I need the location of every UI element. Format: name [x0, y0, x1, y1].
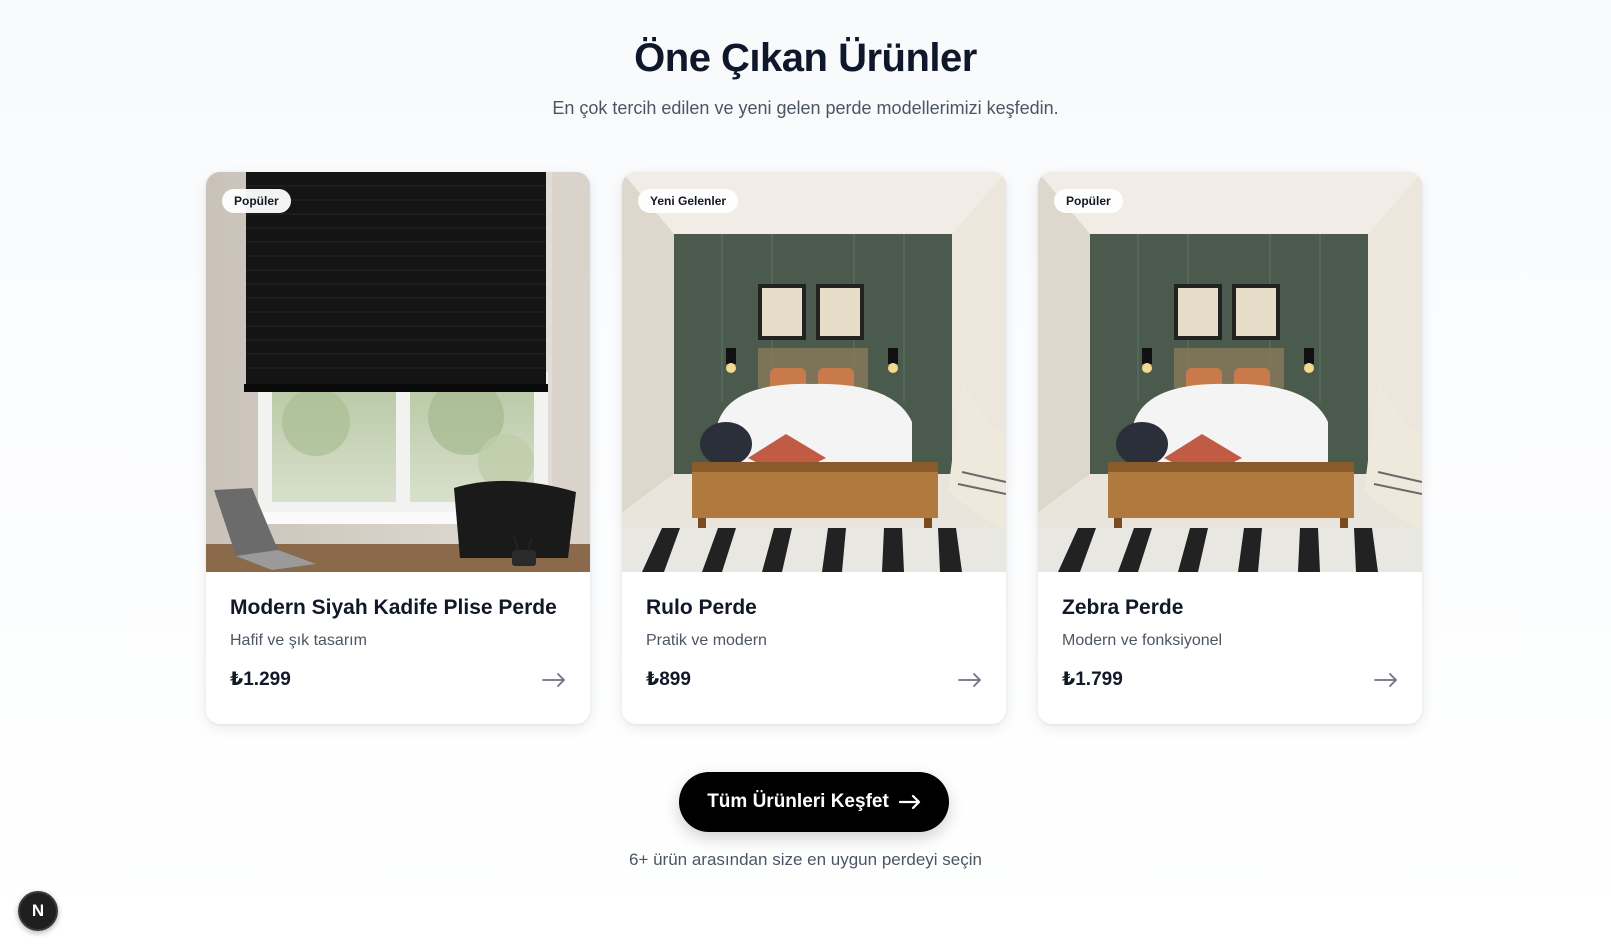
product-price: ₺1.299	[230, 669, 291, 690]
section-title: Öne Çıkan Ürünler	[634, 36, 977, 80]
arrow-right-icon	[898, 795, 920, 809]
product-description: Pratik ve modern	[646, 632, 767, 649]
product-grid: Popüler Modern Siyah Kadife Plise Perde …	[206, 172, 1422, 724]
product-badge: Popüler	[1054, 189, 1123, 213]
product-badge: Yeni Gelenler	[638, 189, 739, 213]
product-image[interactable]: Popüler	[1038, 172, 1422, 572]
product-name[interactable]: Rulo Perde	[646, 596, 982, 620]
product-image[interactable]: Yeni Gelenler	[622, 172, 1006, 572]
blind-office-photo	[206, 172, 590, 572]
arrow-right-icon[interactable]	[958, 672, 982, 688]
arrow-right-icon[interactable]	[542, 672, 566, 688]
product-card[interactable]: Yeni Gelenler Rulo Perde Pratik ve moder…	[622, 172, 1006, 724]
product-description: Hafif ve şık tasarım	[230, 632, 367, 649]
dev-badge-label: N	[31, 901, 45, 920]
dev-tools-badge[interactable]: N	[18, 891, 58, 931]
product-price: ₺899	[646, 669, 691, 690]
product-card[interactable]: Popüler Modern Siyah Kadife Plise Perde …	[206, 172, 590, 724]
product-name[interactable]: Zebra Perde	[1062, 596, 1398, 620]
product-description: Modern ve fonksiyonel	[1062, 632, 1223, 649]
product-badge: Popüler	[222, 189, 291, 213]
bedroom-photo	[622, 172, 1006, 572]
bedroom-photo	[1038, 172, 1422, 572]
product-image[interactable]: Popüler	[206, 172, 590, 572]
arrow-right-icon[interactable]	[1374, 672, 1398, 688]
cta-note: 6+ ürün arasından size en uygun perdeyi …	[629, 850, 982, 869]
product-name[interactable]: Modern Siyah Kadife Plise Perde	[230, 596, 566, 620]
section-subtitle: En çok tercih edilen ve yeni gelen perde…	[552, 98, 1059, 118]
cta-label: Tüm Ürünleri Keşfet	[707, 791, 889, 812]
explore-all-products-button[interactable]: Tüm Ürünleri Keşfet	[679, 772, 949, 832]
product-price: ₺1.799	[1062, 669, 1123, 690]
product-card[interactable]: Popüler Zebra Perde Modern ve fonksiyone…	[1038, 172, 1422, 724]
